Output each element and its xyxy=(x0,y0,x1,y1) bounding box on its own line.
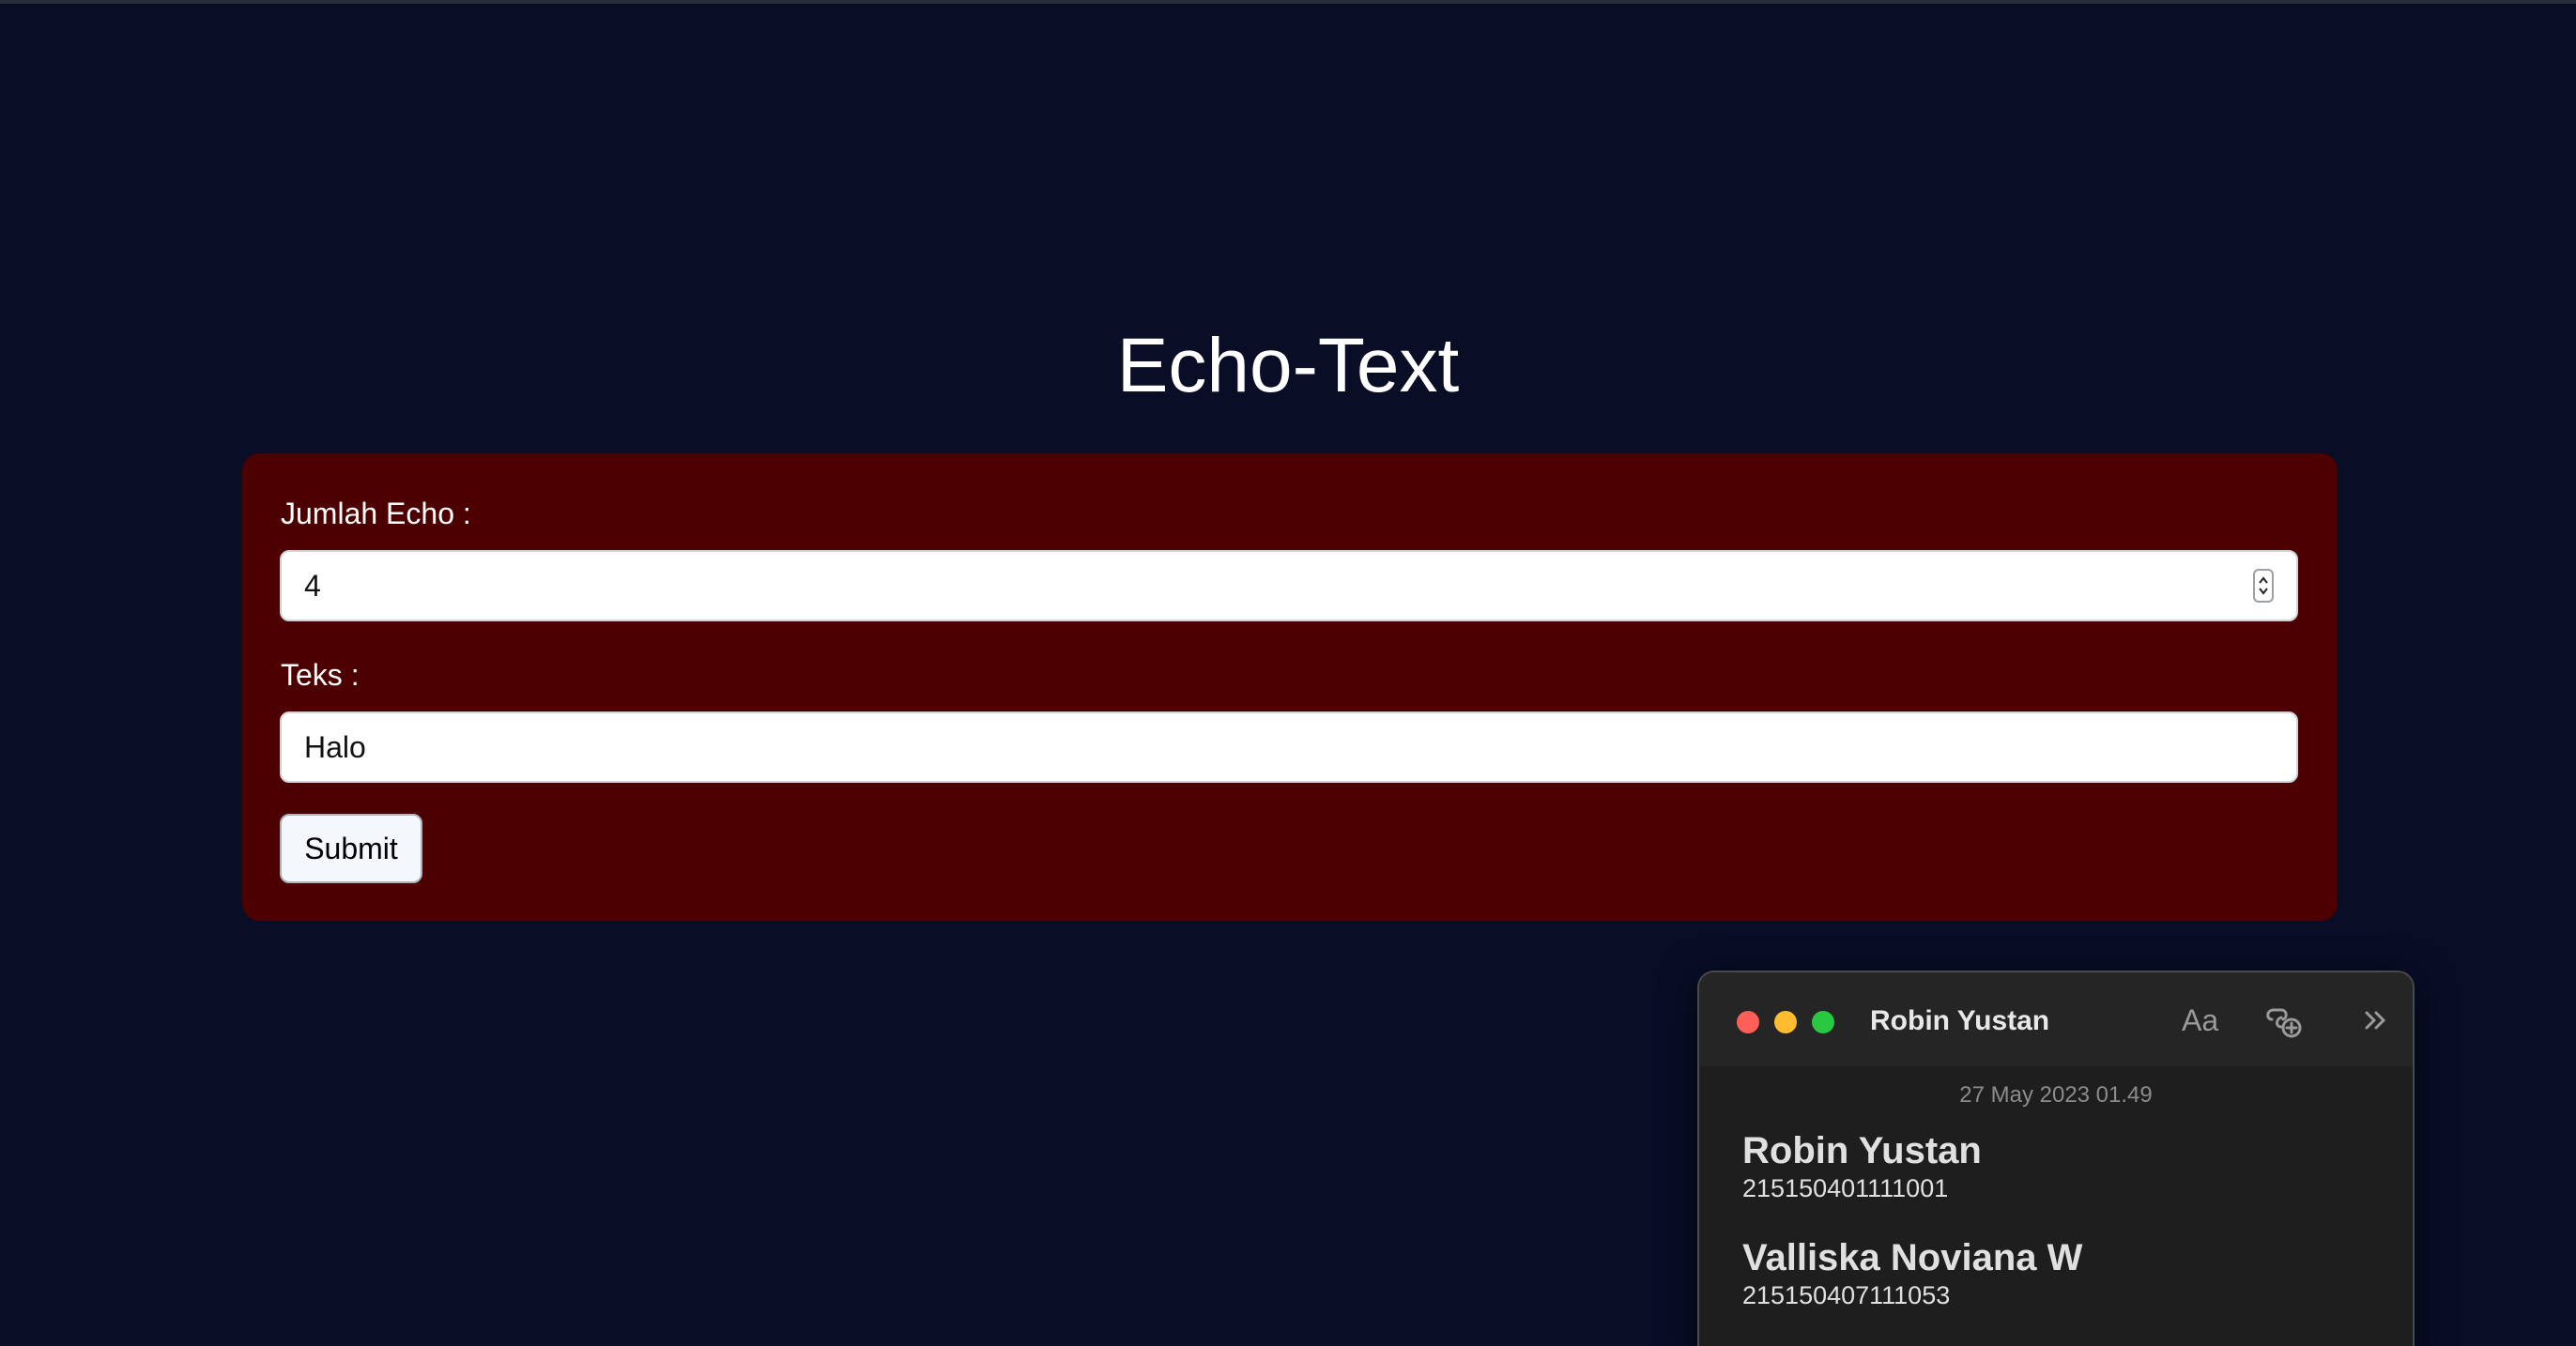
echo-count-value: 4 xyxy=(304,569,321,603)
note-entry-id: 215150407111053 xyxy=(1742,1281,1951,1309)
number-spinner-icon[interactable] xyxy=(2253,569,2274,603)
notes-titlebar: Robin Yustan Aa xyxy=(1699,972,2413,1066)
font-format-button[interactable]: Aa xyxy=(2182,1001,2218,1040)
note-entry-id: 215150401111001 xyxy=(1742,1174,1949,1202)
text-label: Teks : xyxy=(281,658,360,692)
page-title: Echo-Text xyxy=(1116,323,1460,408)
text-input-value: Halo xyxy=(304,730,366,764)
close-icon[interactable] xyxy=(1737,1011,1759,1033)
more-icon[interactable] xyxy=(2360,1004,2392,1036)
echo-form: Jumlah Echo : 4 Teks : Halo Submit xyxy=(242,453,2338,921)
text-input[interactable]: Halo xyxy=(280,711,2298,783)
zoom-icon[interactable] xyxy=(1812,1011,1834,1033)
collaborate-icon[interactable] xyxy=(2262,999,2304,1040)
note-entry-name: Valliska Noviana W xyxy=(1742,1237,2083,1278)
notes-window: Robin Yustan Aa 27 May 2023 01.49 Robin … xyxy=(1697,971,2415,1346)
echo-count-label: Jumlah Echo : xyxy=(281,497,471,530)
note-entry-name: Robin Yustan xyxy=(1742,1130,1982,1171)
submit-button[interactable]: Submit xyxy=(280,814,422,883)
note-date: 27 May 2023 01.49 xyxy=(1959,1082,2153,1108)
notes-window-title: Robin Yustan xyxy=(1870,1005,2050,1036)
minimize-icon[interactable] xyxy=(1774,1011,1797,1033)
window-top-border xyxy=(0,0,2576,4)
echo-count-input[interactable]: 4 xyxy=(280,550,2298,621)
